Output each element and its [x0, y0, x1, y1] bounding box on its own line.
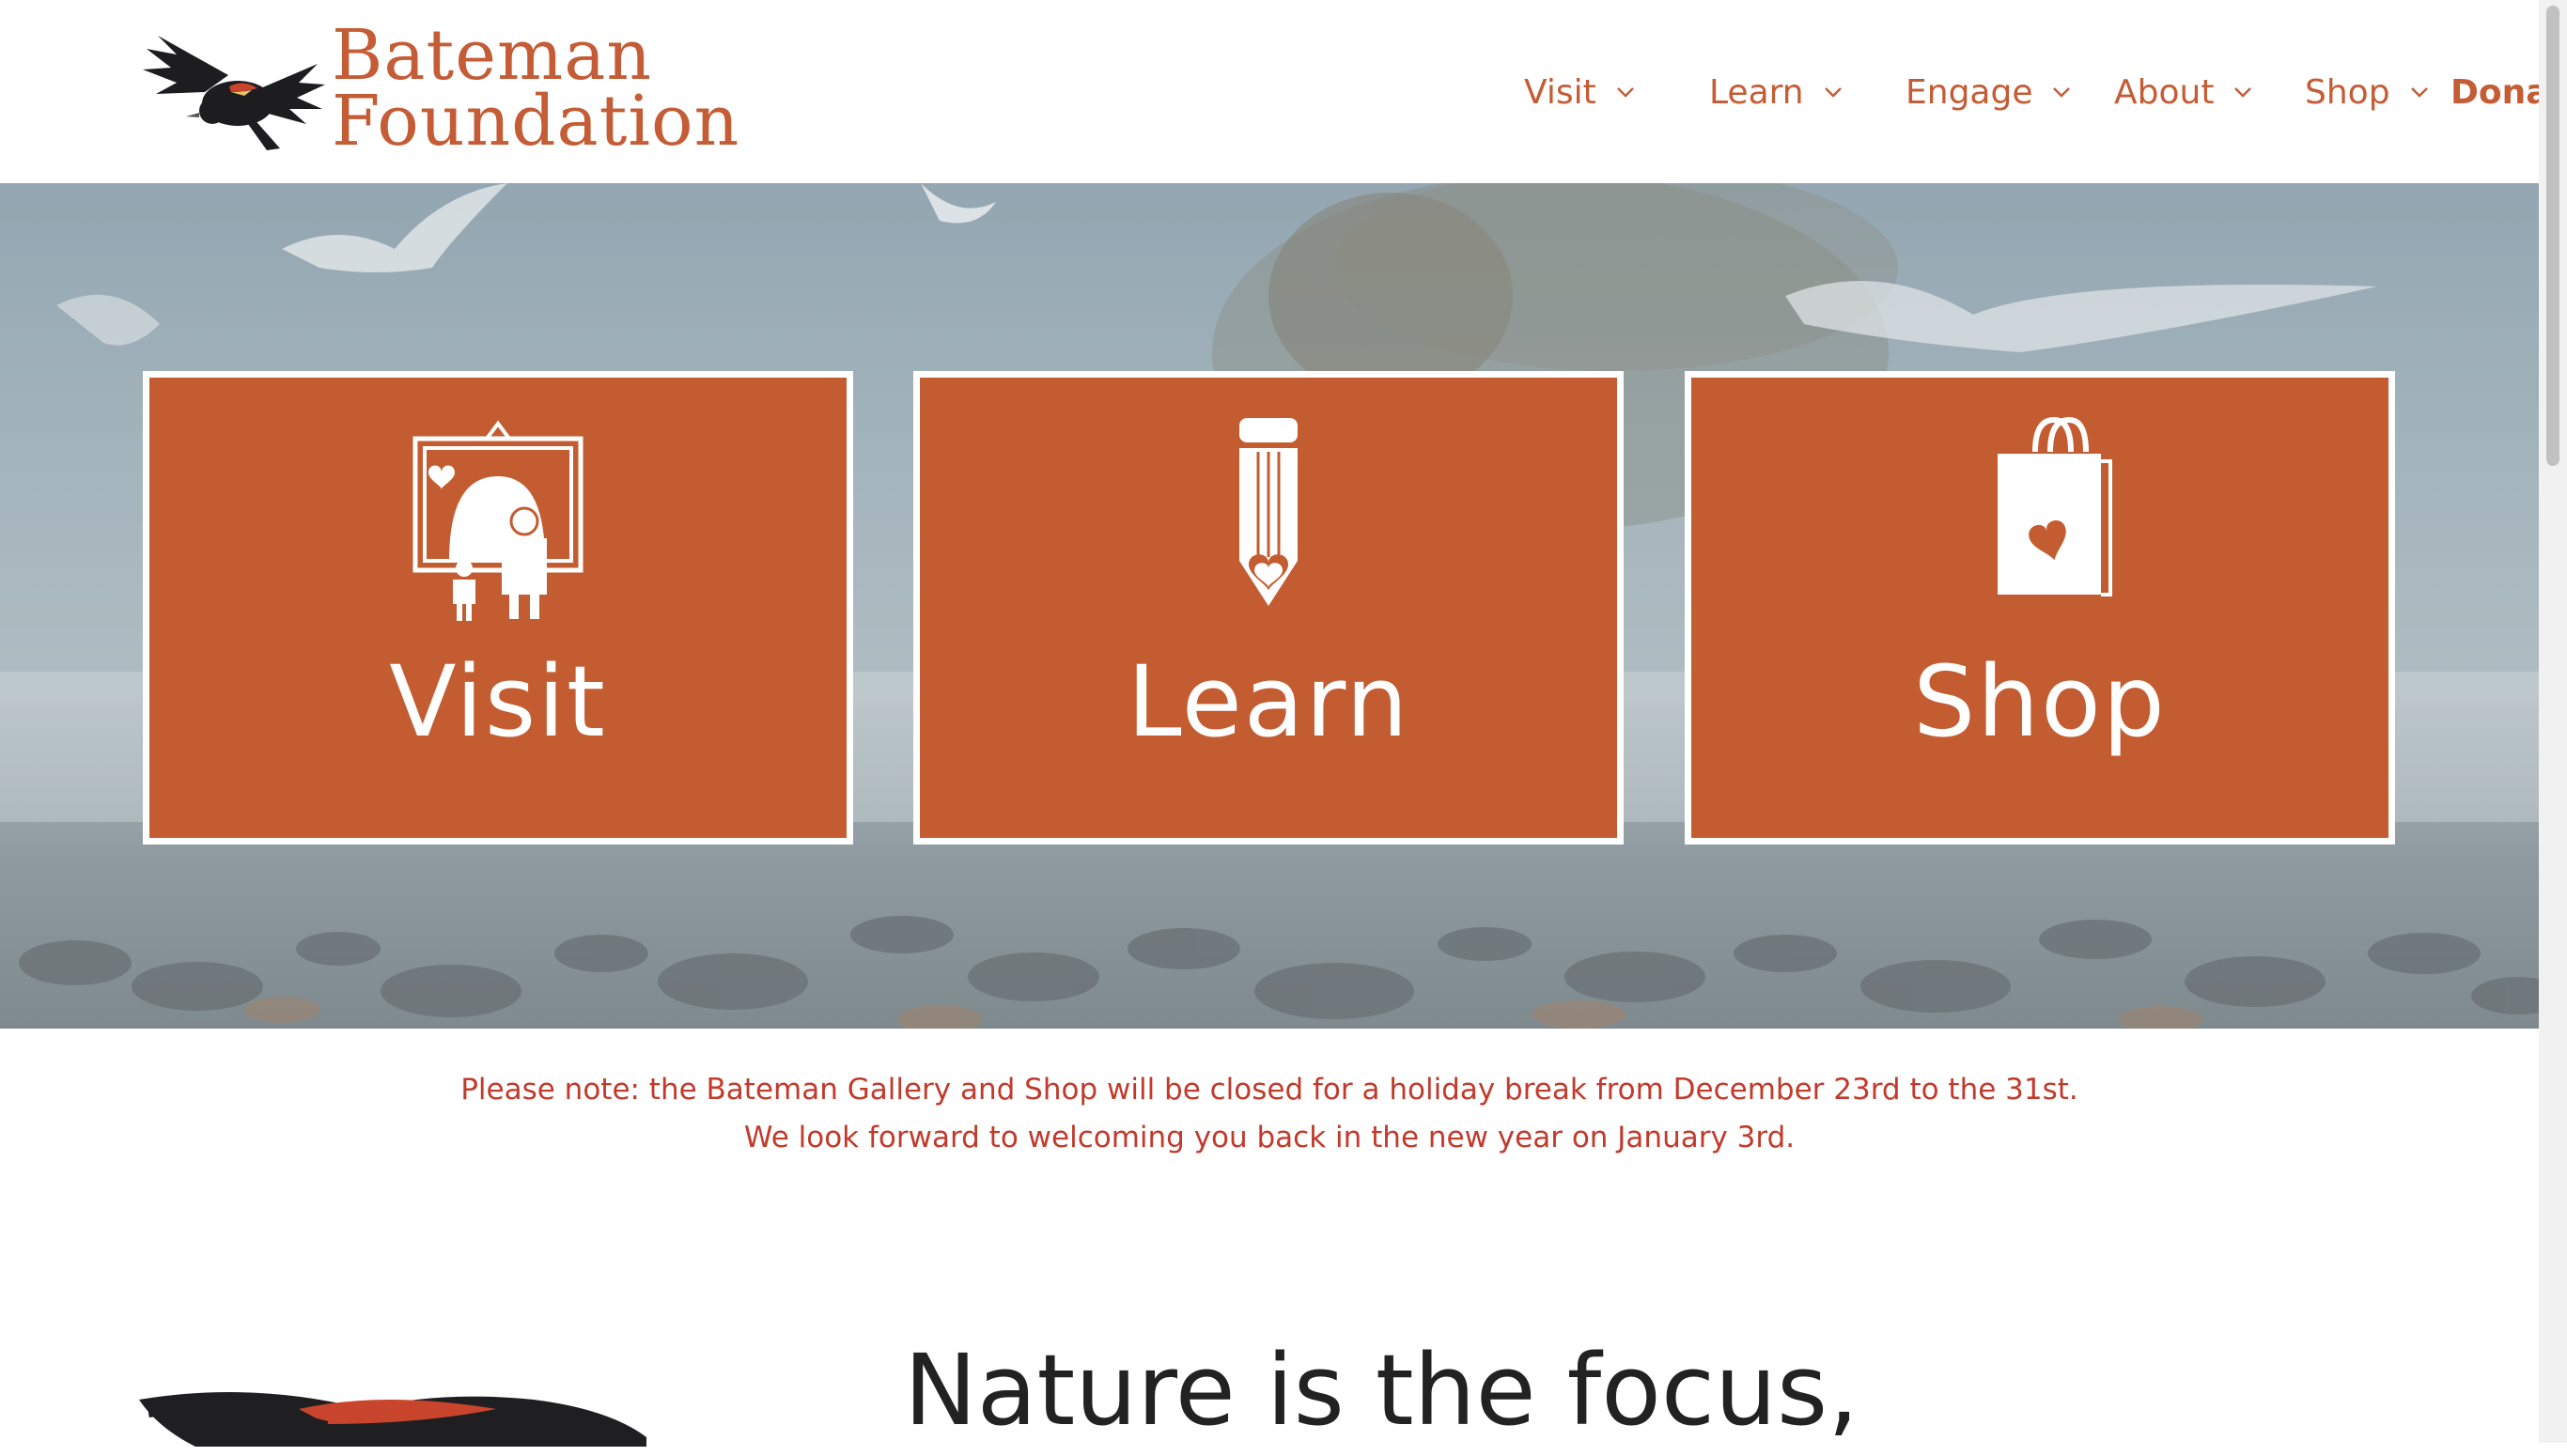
nav-label: About — [2114, 72, 2215, 112]
nav-item-learn[interactable]: Learn — [1709, 64, 1842, 120]
page-scrollbar[interactable] — [2539, 0, 2567, 1443]
gallery-visitors-icon — [412, 420, 583, 621]
chevron-down-icon — [1616, 87, 1634, 98]
nav-label: Engage — [1906, 72, 2033, 112]
shop-tile[interactable]: Shop — [1685, 371, 2395, 844]
notice-line-2: We look forward to welcoming you back in… — [743, 1121, 1796, 1154]
chevron-down-icon — [1824, 87, 1842, 98]
holiday-notice: Please note: the Bateman Gallery and Sho… — [0, 1066, 2539, 1162]
shopping-bag-heart-icon — [1998, 416, 2112, 596]
red-winged-blackbird-illustration — [139, 1392, 646, 1447]
learn-tile-label: Learn — [1127, 644, 1410, 759]
nav-label: Learn — [1709, 72, 1804, 112]
nav-item-engage[interactable]: Engage — [1906, 64, 2071, 120]
shop-tile-label: Shop — [1913, 644, 2167, 759]
intro-heading: Nature is the focus, — [904, 1333, 1859, 1448]
visit-tile-label: Visit — [389, 644, 607, 759]
site-header: Bateman Foundation Visit Learn Engage Ab… — [0, 0, 2567, 183]
main-nav: Visit Learn Engage About Shop Donate — [1411, 64, 2567, 120]
chevron-down-icon — [2410, 87, 2428, 98]
learn-tile[interactable]: Learn — [913, 371, 1624, 844]
nav-item-visit[interactable]: Visit — [1524, 64, 1634, 120]
nav-label: Shop — [2305, 72, 2390, 112]
red-winged-blackbird-logo-icon — [143, 36, 325, 150]
nav-item-shop[interactable]: Shop — [2305, 64, 2428, 120]
chevron-down-icon — [2234, 87, 2252, 98]
chevron-down-icon — [2053, 87, 2071, 98]
scrollbar-thumb[interactable] — [2546, 6, 2559, 466]
pencil-heart-icon — [1239, 418, 1298, 606]
logo-line-1: Bateman — [332, 15, 652, 96]
nav-label: Visit — [1524, 72, 1596, 112]
hero-banner: Visit Learn Shop — [0, 183, 2539, 1029]
nav-item-about[interactable]: About — [2114, 64, 2252, 120]
site-logo[interactable]: Bateman Foundation — [139, 21, 739, 163]
logo-wordmark: Bateman Foundation — [332, 15, 740, 162]
logo-line-2: Foundation — [332, 81, 740, 162]
notice-line-1: Please note: the Bateman Gallery and Sho… — [460, 1073, 2078, 1107]
visit-tile[interactable]: Visit — [143, 371, 853, 844]
